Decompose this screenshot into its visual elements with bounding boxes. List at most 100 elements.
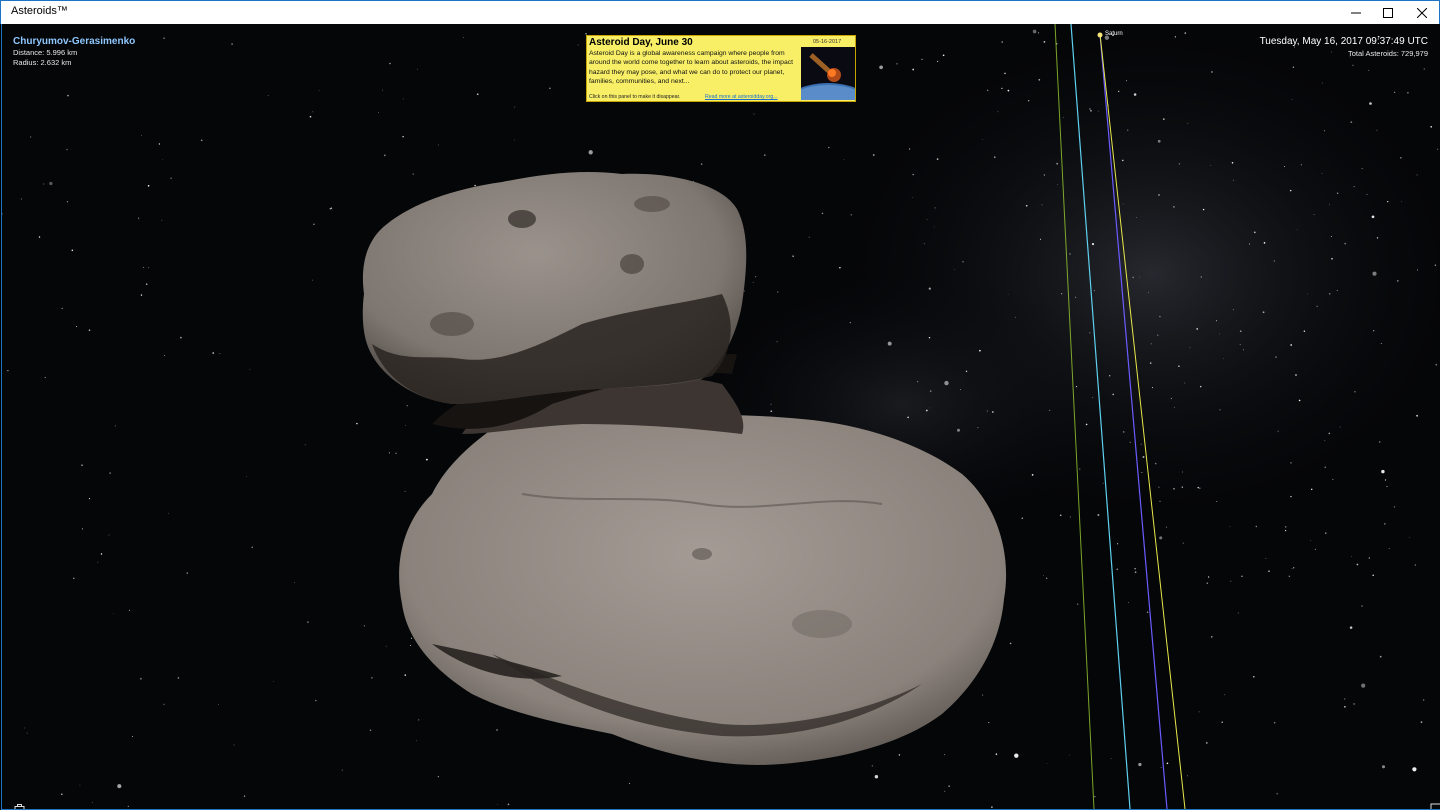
star [1328, 432, 1331, 435]
star [1197, 486, 1199, 489]
star [1292, 66, 1295, 68]
object-name[interactable]: Churyumov-Gerasimenko [13, 36, 135, 47]
star [1316, 305, 1318, 307]
star [821, 212, 824, 215]
maximize-button[interactable] [1371, 1, 1405, 24]
star [312, 111, 314, 113]
star [991, 411, 994, 413]
star [1291, 99, 1293, 101]
star [1219, 409, 1221, 411]
star [1038, 32, 1040, 34]
star [164, 355, 165, 357]
star [752, 281, 754, 283]
star [1310, 540, 1312, 541]
news-panel[interactable]: Asteroid Day, June 30 05-16-2017 Asteroi… [586, 35, 856, 102]
star [700, 163, 703, 165]
star [312, 279, 314, 281]
star [1170, 397, 1173, 400]
star [44, 376, 46, 379]
star [1068, 754, 1070, 756]
star [1291, 568, 1293, 570]
star [1290, 462, 1292, 464]
star [1288, 575, 1291, 578]
star [1059, 514, 1062, 517]
close-icon [1417, 7, 1427, 18]
star [1129, 441, 1131, 443]
star [1351, 555, 1352, 557]
star [1393, 91, 1396, 93]
star [887, 341, 892, 346]
star [1138, 762, 1142, 767]
star [960, 389, 961, 390]
star [1239, 330, 1242, 333]
star [1331, 257, 1333, 260]
space-viewport[interactable]: Saturn Churyumov-Gerasimenko Distance: 5… [1, 24, 1440, 810]
star [755, 276, 757, 278]
star [1380, 342, 1382, 345]
object-radius: Radius: 2.632 km [13, 58, 72, 67]
star [1205, 742, 1208, 744]
close-button[interactable] [1405, 1, 1439, 24]
star [81, 464, 83, 467]
star [1263, 242, 1266, 244]
star [944, 380, 949, 386]
news-read-more-link[interactable]: Read more at asteroidday.org... [705, 94, 778, 100]
star [26, 732, 28, 734]
star [936, 158, 939, 160]
star [921, 58, 923, 61]
star [71, 249, 74, 252]
star [1353, 186, 1355, 188]
star [1434, 264, 1437, 266]
star [1122, 203, 1124, 205]
star [926, 219, 928, 221]
star [1116, 568, 1118, 570]
star [979, 349, 981, 352]
star [1436, 148, 1439, 150]
star [1134, 571, 1137, 573]
minimize-button[interactable] [1339, 1, 1373, 24]
star [1293, 567, 1295, 569]
star [66, 148, 68, 151]
star [1112, 393, 1115, 396]
star [928, 287, 931, 290]
star [1140, 443, 1142, 445]
star [76, 326, 78, 327]
star [1229, 525, 1231, 527]
star [1085, 423, 1088, 426]
star [1349, 626, 1353, 629]
star [1430, 125, 1433, 128]
total-asteroids: Total Asteroids: 729,979 [1347, 49, 1428, 58]
star [1041, 204, 1043, 206]
star [1069, 253, 1071, 255]
star [1007, 89, 1010, 92]
star [1075, 386, 1078, 388]
star [929, 407, 930, 409]
star [1117, 543, 1119, 545]
star [1339, 426, 1341, 428]
star [219, 353, 221, 354]
star [1159, 536, 1163, 540]
star [412, 173, 414, 175]
star [244, 795, 246, 797]
star [1275, 356, 1277, 358]
star [411, 637, 413, 639]
star [162, 159, 163, 160]
star [1219, 333, 1220, 335]
saturn-marker[interactable] [1097, 32, 1103, 38]
star [1056, 162, 1059, 165]
star [1110, 758, 1112, 759]
star [1174, 406, 1175, 408]
star [1146, 611, 1149, 613]
star [315, 699, 317, 702]
star [1344, 698, 1346, 700]
star [1381, 469, 1385, 474]
news-date: 05-16-2017 [813, 39, 842, 45]
object-distance: Distance: 5.996 km [13, 48, 78, 57]
star [389, 62, 391, 65]
star [1284, 166, 1285, 168]
star [1265, 557, 1267, 559]
star [20, 198, 22, 200]
star [1353, 703, 1355, 705]
star [1089, 332, 1091, 334]
star [1332, 478, 1334, 480]
